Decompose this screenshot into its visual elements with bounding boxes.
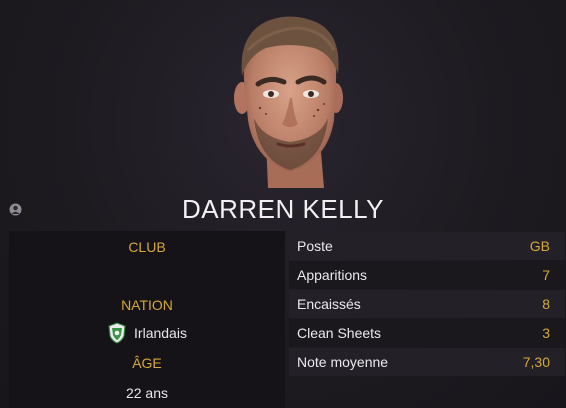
player-portrait <box>234 16 343 188</box>
stat-value: 8 <box>542 296 550 312</box>
nation-label: NATION <box>121 297 173 313</box>
stat-label: Encaissés <box>297 296 361 312</box>
stat-row-position: Poste GB <box>289 232 565 260</box>
stats-table: Poste GB Apparitions 7 Encaissés 8 Clean… <box>289 232 565 377</box>
age-label: ÂGE <box>132 355 162 371</box>
stat-value: 3 <box>542 325 550 341</box>
stat-row-average-rating: Note moyenne 7,30 <box>289 348 565 376</box>
stat-label: Poste <box>297 238 333 254</box>
nation-row: Irlandais <box>9 322 285 344</box>
stat-row-conceded: Encaissés 8 <box>289 290 565 318</box>
stat-row-clean-sheets: Clean Sheets 3 <box>289 319 565 347</box>
stat-value: 7 <box>542 267 550 283</box>
stat-label: Note moyenne <box>297 354 389 370</box>
nation-value: Irlandais <box>134 325 187 341</box>
stat-row-appearances: Apparitions 7 <box>289 261 565 289</box>
player-name: DARREN KELLY <box>181 194 385 224</box>
stat-label: Apparitions <box>297 267 368 283</box>
fai-crest-icon <box>108 322 126 344</box>
stat-label: Clean Sheets <box>297 325 382 341</box>
age-value: 22 ans <box>125 385 169 401</box>
player-info-panel: CLUB NATION Irlandais ÂGE 22 ans <box>9 231 285 408</box>
club-label: CLUB <box>128 239 166 255</box>
stat-value: GB <box>529 238 550 254</box>
stat-value: 7,30 <box>522 354 550 370</box>
